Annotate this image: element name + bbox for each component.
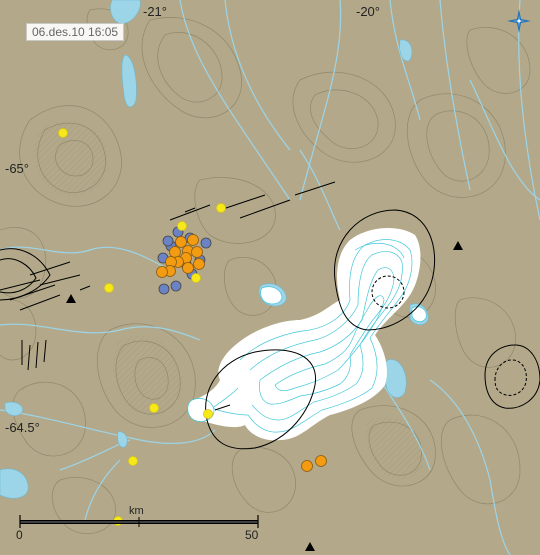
land-area xyxy=(0,0,540,555)
lat-label-south: -64.5° xyxy=(5,420,40,435)
scale-unit-label: km xyxy=(129,505,144,517)
map-view[interactable]: 06.des.10 16:05 -21° -20° -65° -64.5° 0 … xyxy=(0,0,540,555)
timestamp-label: 06.des.10 16:05 xyxy=(26,23,125,41)
compass-star-icon xyxy=(507,9,531,33)
lat-label-north: -65° xyxy=(5,161,29,176)
scale-start-label: 0 xyxy=(16,528,23,542)
scale-end-label: 50 xyxy=(245,528,259,542)
lon-label-east: -20° xyxy=(356,4,380,19)
compass-star-logo xyxy=(506,8,532,39)
map-canvas[interactable] xyxy=(0,0,540,555)
lon-label-west: -21° xyxy=(143,4,167,19)
